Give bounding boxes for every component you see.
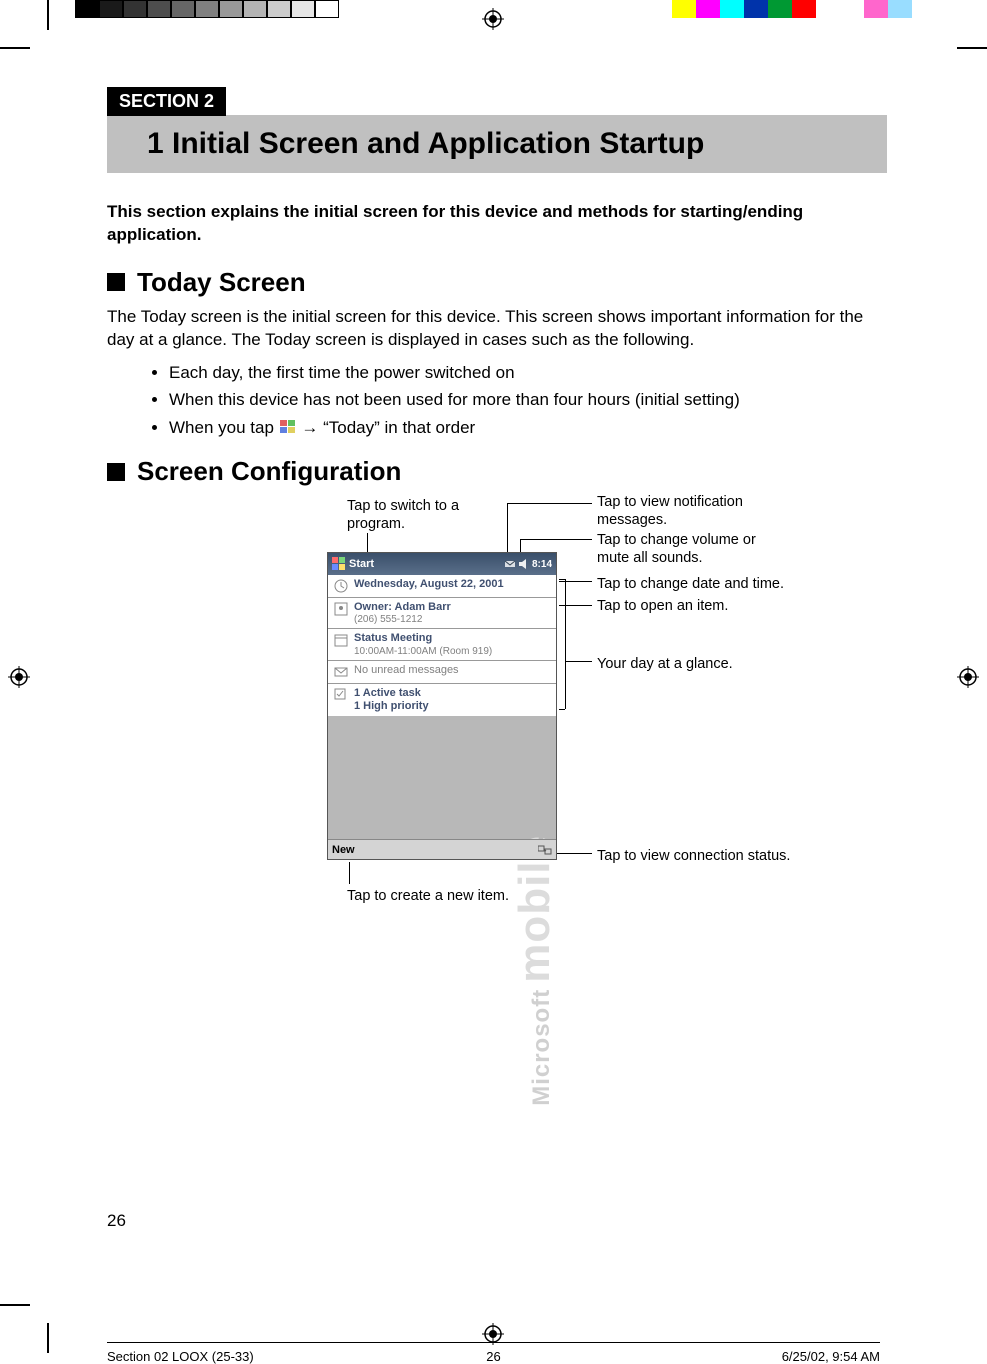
heading-screen-config: Screen Configuration (137, 456, 401, 487)
swatch (315, 0, 339, 18)
swatch (99, 0, 123, 18)
tasks-icon (332, 687, 350, 703)
callout-glance: Your day at a glance. (597, 655, 787, 673)
swatch (75, 0, 99, 18)
pda-titlebar: Start 8:14 (328, 553, 556, 575)
callout-notifications: Tap to view notification messages. (597, 493, 787, 529)
mail-icon (332, 664, 350, 680)
intro-text: This section explains the initial screen… (107, 201, 887, 247)
registration-mark-icon (957, 666, 979, 688)
chapter-band: 1 Initial Screen and Application Startup (107, 115, 887, 173)
crop-mark (0, 47, 30, 49)
callout-switch-program: Tap to switch to a program. (347, 497, 467, 533)
footer-left: Section 02 LOOX (25-33) (107, 1349, 254, 1364)
today-date: Wednesday, August 22, 2001 (354, 578, 504, 591)
tasks-line1: 1 Active task (354, 687, 429, 700)
tasks-line2: 1 High priority (354, 700, 429, 713)
callout-volume: Tap to change volume or mute all sounds. (597, 531, 787, 567)
today-paragraph: The Today screen is the initial screen f… (107, 306, 887, 352)
meeting-time: 10:00AM-11:00AM (Room 919) (354, 646, 492, 657)
connection-icon (538, 844, 552, 856)
swatch (171, 0, 195, 18)
swatch (696, 0, 720, 18)
start-label: Start (349, 558, 374, 570)
swatch (195, 0, 219, 18)
owner-icon (332, 601, 350, 617)
list-item: Each day, the first time the power switc… (169, 360, 887, 386)
callout-open-item: Tap to open an item. (597, 597, 787, 615)
swatch (864, 0, 888, 18)
crop-mark (957, 47, 987, 49)
owner-phone: (206) 555-1212 (354, 614, 451, 625)
swatch (840, 0, 864, 18)
speaker-icon (518, 558, 530, 570)
watermark: Microsoft mobile (510, 835, 560, 1106)
list-item: When this device has not been used for m… (169, 387, 887, 413)
pda-screenshot: Start 8:14 Wednesday, August 22, 2001 (327, 552, 557, 860)
screen-diagram: Tap to switch to a program. Tap to view … (307, 497, 867, 927)
page-content: SECTION 2 1 Initial Screen and Applicati… (107, 87, 887, 927)
swatch (888, 0, 912, 18)
new-label: New (332, 844, 355, 856)
list-item-text: When you tap (169, 418, 279, 437)
list-item: When you tap → “Today” in that order (169, 415, 887, 441)
calendar-icon (332, 632, 350, 648)
notification-icon (504, 558, 516, 570)
heading-today-screen: Today Screen (137, 267, 306, 298)
crop-mark (47, 1323, 49, 1353)
swatch (243, 0, 267, 18)
square-bullet-icon (107, 273, 125, 291)
swatch (816, 0, 840, 18)
swatch (768, 0, 792, 18)
clock-time: 8:14 (532, 559, 552, 570)
section-tab: SECTION 2 (107, 87, 226, 116)
footer-rule (107, 1342, 880, 1343)
grayscale-colorbar (75, 0, 339, 18)
list-item-text: “Today” in that order (323, 418, 475, 437)
meeting-title: Status Meeting (354, 632, 492, 645)
chapter-title: 1 Initial Screen and Application Startup (147, 127, 704, 160)
inbox-text: No unread messages (354, 664, 459, 677)
owner-row: Owner: Adam Barr(206) 555-1212 (328, 598, 556, 629)
swatch (219, 0, 243, 18)
windows-flag-icon (279, 419, 297, 435)
callout-date-time: Tap to change date and time. (597, 575, 827, 593)
swatch (267, 0, 291, 18)
crop-mark (0, 1304, 30, 1306)
registration-mark-icon (482, 8, 504, 30)
bullet-list: Each day, the first time the power switc… (129, 360, 887, 441)
swatch (792, 0, 816, 18)
owner-name: Owner: Adam Barr (354, 601, 451, 614)
clock-icon (332, 578, 350, 594)
tasks-row: 1 Active task1 High priority (328, 684, 556, 716)
callout-connection: Tap to view connection status. (597, 847, 817, 865)
swatch (291, 0, 315, 18)
swatch (147, 0, 171, 18)
inbox-row: No unread messages (328, 661, 556, 684)
footer-right: 6/25/02, 9:54 AM (782, 1349, 880, 1364)
footer: Section 02 LOOX (25-33) 26 6/25/02, 9:54… (107, 1349, 880, 1364)
calendar-row: Status Meeting10:00AM-11:00AM (Room 919) (328, 629, 556, 660)
today-date-row: Wednesday, August 22, 2001 (328, 575, 556, 598)
square-bullet-icon (107, 463, 125, 481)
pda-bottombar: New (328, 839, 556, 859)
swatch (744, 0, 768, 18)
swatch (123, 0, 147, 18)
registration-mark-icon (8, 666, 30, 688)
page-number: 26 (107, 1211, 126, 1231)
pda-body: Wednesday, August 22, 2001 Owner: Adam B… (328, 575, 556, 716)
process-colorbar (672, 0, 912, 18)
page-frame: SECTION 2 1 Initial Screen and Applicati… (47, 47, 940, 1306)
swatch (720, 0, 744, 18)
windows-flag-icon (332, 557, 346, 571)
swatch (672, 0, 696, 18)
crop-mark (47, 0, 49, 30)
arrow-icon: → (301, 415, 318, 441)
watermark-text: Microsoft (528, 989, 556, 1106)
